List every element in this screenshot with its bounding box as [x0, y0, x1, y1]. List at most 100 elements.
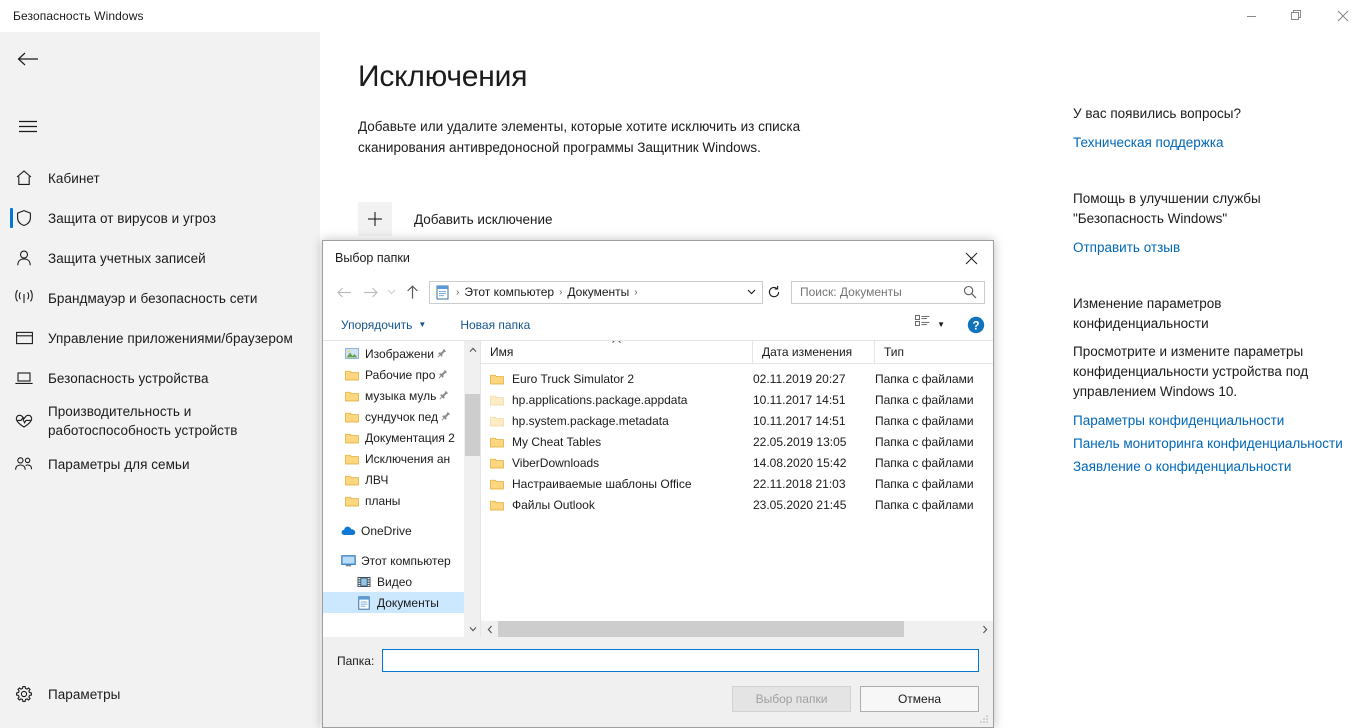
breadcrumb-item-computer[interactable]: Этот компьютер	[464, 285, 554, 299]
dialog-body: Изображени Рабочие про музыка муль сунду…	[323, 341, 993, 637]
sidebar-item-settings[interactable]: Параметры	[0, 674, 320, 714]
chevron-down-icon[interactable]	[742, 289, 760, 295]
table-row[interactable]: hp.applications.package.appdata 10.11.20…	[481, 389, 993, 410]
sidebar-item-label: Брандмауэр и безопасность сети	[48, 290, 258, 306]
tree-item-pictures[interactable]: Изображени	[323, 343, 480, 364]
minimize-button[interactable]	[1228, 0, 1274, 32]
table-row[interactable]: Файлы Outlook 23.05.2020 21:45 Папка с ф…	[481, 494, 993, 515]
cancel-button[interactable]: Отмена	[860, 686, 979, 712]
sidebar-item-label: Защита учетных записей	[48, 250, 206, 266]
new-folder-button[interactable]: Новая папка	[454, 315, 536, 335]
dialog-title: Выбор папки	[335, 250, 410, 265]
tree-item-label: планы	[365, 493, 401, 508]
table-row[interactable]: My Cheat Tables 22.05.2019 13:05 Папка с…	[481, 431, 993, 452]
help-link-privacy-settings[interactable]: Параметры конфиденциальности	[1073, 410, 1344, 431]
help-button[interactable]: ?	[967, 316, 985, 334]
help-link-privacy-statement[interactable]: Заявление о конфиденциальности	[1073, 456, 1344, 477]
scroll-left-button[interactable]	[481, 621, 498, 637]
sidebar-item-firewall[interactable]: Брандмауэр и безопасность сети	[0, 278, 320, 318]
sidebar-item-label: Управление приложениями/браузером	[48, 330, 293, 346]
folder-icon	[345, 432, 365, 444]
tree-item-lvch[interactable]: ЛВЧ	[323, 469, 480, 490]
tree-item-music-multi[interactable]: музыка муль	[323, 385, 480, 406]
close-button[interactable]	[1320, 0, 1366, 32]
tree-item-videos[interactable]: Видео	[323, 571, 480, 592]
file-name: ViberDownloads	[512, 455, 600, 470]
table-row[interactable]: Euro Truck Simulator 2 02.11.2019 20:27 …	[481, 368, 993, 389]
tree-item-documentation[interactable]: Документация 2	[323, 427, 480, 448]
restore-icon	[1291, 10, 1301, 20]
add-exclusion-button[interactable]: Добавить исключение	[358, 202, 553, 236]
wifi-icon	[0, 289, 48, 307]
sidebar-item-label: Параметры для семьи	[48, 456, 190, 472]
sidebar-item-device-performance[interactable]: Производительность и работоспособность у…	[0, 398, 320, 444]
table-row[interactable]: ViberDownloads 14.08.2020 15:42 Папка с …	[481, 452, 993, 473]
recent-locations-button[interactable]	[383, 279, 399, 305]
scroll-down-button[interactable]	[465, 620, 480, 637]
sidebar-item-account-protection[interactable]: Защита учетных записей	[0, 238, 320, 278]
view-mode-button[interactable]: ▼	[911, 312, 949, 337]
sidebar-item-label: Параметры	[48, 686, 121, 702]
tree-item-work-projects[interactable]: Рабочие про	[323, 364, 480, 385]
folder-icon	[490, 415, 512, 427]
resize-grip[interactable]	[978, 713, 990, 725]
tree-item-sunduchok[interactable]: сундучок пед	[323, 406, 480, 427]
sidebar-item-app-browser-control[interactable]: Управление приложениями/браузером	[0, 318, 320, 358]
organize-button[interactable]: Упорядочить ▼	[335, 315, 432, 335]
folder-input[interactable]	[382, 649, 979, 672]
table-row[interactable]: Настраиваемые шаблоны Office 22.11.2018 …	[481, 473, 993, 494]
help-link-technical-support[interactable]: Техническая поддержка	[1073, 132, 1344, 153]
help-icon: ?	[967, 316, 985, 333]
sidebar-item-family-options[interactable]: Параметры для семьи	[0, 444, 320, 484]
page-title: Исключения	[358, 60, 528, 93]
file-list-horizontal-scrollbar[interactable]	[481, 621, 993, 637]
file-modified: 10.11.2017 14:51	[753, 392, 846, 407]
tree-item-exclusions[interactable]: Исключения ан	[323, 448, 480, 469]
tree-item-documents[interactable]: Документы	[323, 592, 480, 613]
menu-button[interactable]	[8, 108, 48, 146]
sidebar-item-device-security[interactable]: Безопасность устройства	[0, 358, 320, 398]
tree-item-this-pc[interactable]: Этот компьютер	[323, 550, 480, 571]
nav-back-button[interactable]	[331, 279, 357, 305]
back-button[interactable]	[8, 40, 48, 78]
scrollbar-thumb[interactable]	[498, 621, 904, 637]
folder-icon	[490, 394, 512, 406]
sidebar-nav-list: Кабинет Защита от вирусов и угроз Защита…	[0, 158, 320, 484]
restore-button[interactable]	[1274, 0, 1320, 32]
tree-vertical-scrollbar[interactable]	[464, 341, 480, 637]
selection-indicator	[10, 208, 13, 228]
select-folder-button[interactable]: Выбор папки	[732, 686, 851, 712]
breadcrumb[interactable]: › Этот компьютер › Документы ›	[429, 280, 763, 304]
column-header-modified[interactable]: Дата изменения	[753, 341, 875, 363]
sidebar-item-home[interactable]: Кабинет	[0, 158, 320, 198]
close-icon	[1337, 10, 1349, 22]
help-link-privacy-dashboard[interactable]: Панель мониторинга конфиденциальности	[1073, 433, 1344, 454]
tree-item-label: OneDrive	[361, 523, 412, 538]
scrollbar-track[interactable]	[498, 621, 976, 637]
column-header-name[interactable]: Имя	[481, 341, 753, 363]
sort-ascending-icon	[611, 341, 622, 346]
help-link-send-feedback[interactable]: Отправить отзыв	[1073, 237, 1344, 258]
search-icon[interactable]	[960, 285, 980, 299]
chevron-up-icon	[469, 347, 477, 352]
scroll-right-button[interactable]	[976, 621, 993, 637]
refresh-button[interactable]	[763, 285, 785, 299]
sidebar-item-virus-protection[interactable]: Защита от вирусов и угроз	[0, 198, 320, 238]
breadcrumb-separator: ›	[456, 286, 460, 298]
tree-item-onedrive[interactable]: OneDrive	[323, 520, 480, 541]
folder-icon	[345, 390, 365, 402]
scroll-up-button[interactable]	[465, 341, 480, 358]
dialog-close-button[interactable]	[949, 241, 993, 275]
search-box[interactable]	[791, 280, 985, 304]
table-row[interactable]: hp.system.package.metadata 10.11.2017 14…	[481, 410, 993, 431]
breadcrumb-item-documents[interactable]: Документы	[567, 285, 629, 299]
nav-up-button[interactable]	[399, 279, 425, 305]
search-input[interactable]	[800, 285, 960, 299]
column-header-type[interactable]: Тип	[875, 341, 993, 363]
nav-forward-button[interactable]	[357, 279, 383, 305]
folder-icon	[490, 478, 512, 490]
tree-item-plans[interactable]: планы	[323, 490, 480, 511]
family-icon	[0, 455, 48, 473]
scrollbar-thumb[interactable]	[465, 394, 480, 456]
help-block-privacy: Изменение параметров конфиденциальности …	[1073, 294, 1344, 477]
